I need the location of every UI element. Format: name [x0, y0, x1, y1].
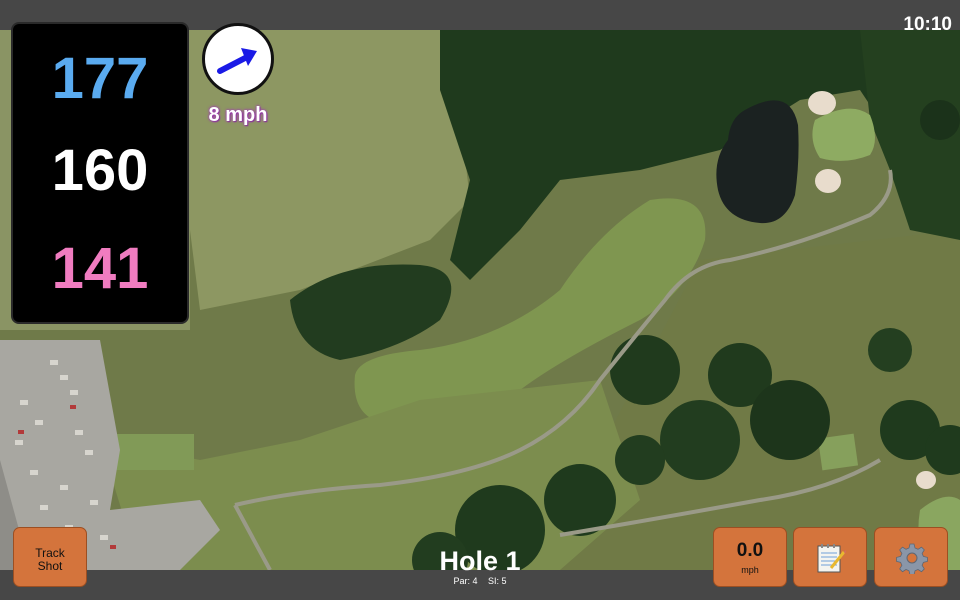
hole-title: Hole 1 — [439, 546, 521, 576]
speed-button[interactable]: 0.0 mph — [713, 527, 787, 587]
track-shot-label-line1: Track — [35, 546, 65, 560]
distance-panel: 177 160 141 — [11, 22, 189, 324]
wind-speed-label: 8 mph — [208, 104, 268, 126]
hole-meta: Par: 4 SI: 5 — [380, 576, 580, 586]
wind-direction-dial — [202, 23, 274, 95]
front-distance: 141 — [51, 236, 149, 301]
center-distance: 160 — [51, 138, 149, 203]
track-shot-button[interactable]: Track Shot — [13, 527, 87, 587]
settings-button[interactable] — [874, 527, 948, 587]
speed-unit: mph — [741, 565, 759, 575]
track-shot-label-line2: Shot — [37, 559, 63, 573]
speed-value: 0.0 — [736, 540, 764, 561]
clock-time: 10:10 — [903, 14, 952, 35]
notes-button[interactable] — [793, 527, 867, 587]
hole-stroke-index: SI: 5 — [488, 576, 507, 586]
gear-icon — [896, 543, 928, 574]
hole-par: Par: 4 — [453, 576, 478, 586]
notepad-icon — [817, 544, 846, 573]
arrow-icon — [217, 48, 257, 74]
back-distance: 177 — [51, 46, 149, 111]
